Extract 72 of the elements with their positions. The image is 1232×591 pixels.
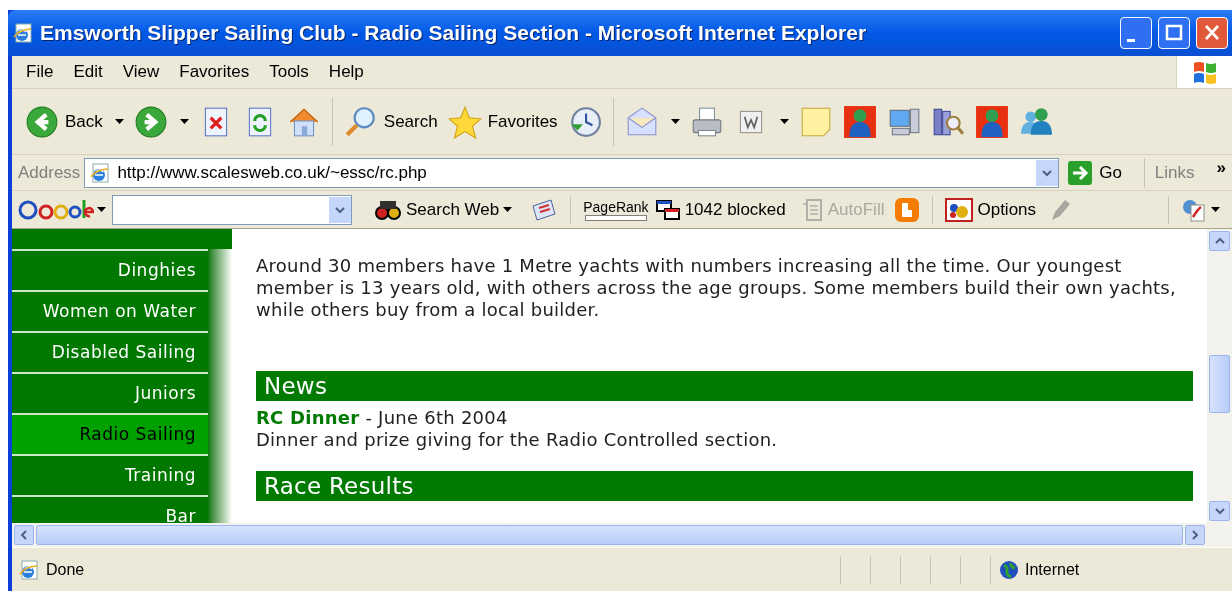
menu-item[interactable]: View [114, 59, 168, 85]
popup-blocker-button[interactable]: 1042 blocked [654, 196, 786, 223]
section-heading: News [256, 371, 1193, 401]
menu-item[interactable]: Help [320, 59, 372, 85]
caret-icon [503, 206, 513, 213]
arrow-right-icon [133, 104, 168, 139]
windows-stack-icon [654, 197, 681, 222]
person-icon [974, 104, 1009, 139]
chevron-down-icon [1042, 168, 1053, 177]
sidebar-item[interactable]: Disabled Sailing [12, 333, 208, 372]
options-button[interactable]: Options [945, 196, 1037, 223]
newspaper-icon [530, 197, 559, 222]
news-text: Dinner and prize giving for the Radio Controlled section. [256, 429, 779, 451]
scroll-right-button[interactable] [1185, 525, 1205, 545]
vertical-scrollbar[interactable] [1207, 229, 1232, 547]
chevron-down-icon [335, 205, 345, 214]
address-bar[interactable]: http://www.scalesweb.co.uk/~essc/rc.php [84, 157, 1060, 188]
chevron-right-icon [1191, 530, 1199, 540]
chevron-up-icon [1214, 237, 1225, 245]
chevron-down-icon [1214, 507, 1225, 515]
sidebar-item[interactable]: Training [12, 456, 208, 495]
close-button[interactable] [1196, 17, 1228, 49]
sidebar-item[interactable]: Bar [12, 497, 208, 523]
caret-icon [97, 206, 106, 213]
chevron-more-button[interactable]: » [1216, 154, 1226, 181]
scroll-down-button[interactable] [1209, 501, 1230, 521]
section-heading: Race Results [256, 471, 1193, 501]
sidebar-item[interactable]: Dinghies [12, 251, 208, 290]
minimize-icon [1127, 39, 1135, 42]
address-field[interactable]: http://www.scalesweb.co.uk/~essc/rc.php [117, 159, 1031, 186]
scroll-up-button[interactable] [1209, 231, 1230, 251]
body-paragraph: Around 30 members have 1 Metre yachts with numbers increasing all the time. Our youngest member is 13 years old, with others across the age groups. Some members build their own yachts, while others buy from a local builder. [256, 255, 1177, 321]
window-title: Emsworth Slipper Sailing Club - Radio Sailing Section - Microsoft Internet Explorer [40, 20, 868, 47]
pagerank-meter: PageRank [583, 198, 649, 221]
search-button[interactable]: Search [340, 99, 441, 144]
security-zone-text: Internet [1025, 559, 1080, 580]
go-button[interactable]: Go [1063, 159, 1126, 186]
scroll-thumb[interactable] [1209, 355, 1230, 413]
sidebar-item[interactable]: Radio Sailing [12, 415, 208, 454]
magnifier-icon [343, 104, 378, 139]
news-title: RC Dinner - June 6th 2004 [256, 407, 509, 429]
page-e-icon [12, 22, 34, 44]
star-icon [447, 104, 482, 139]
favorites-button[interactable]: Favorites [444, 99, 561, 144]
person-icon [842, 104, 877, 139]
minimize-button[interactable] [1120, 17, 1152, 49]
menu-item[interactable]: Tools [261, 59, 317, 85]
scroll-left-button[interactable] [14, 525, 34, 545]
blogger-button[interactable] [894, 196, 921, 223]
menu-item[interactable]: Favorites [171, 59, 258, 85]
back-button[interactable]: Back [22, 99, 127, 144]
menu-item[interactable]: File [18, 59, 62, 85]
caret-icon [1211, 206, 1220, 213]
arrow-left-icon [25, 104, 59, 139]
google-search-field[interactable] [112, 194, 352, 225]
arrow-right-icon [1067, 159, 1094, 186]
globe-icon [999, 559, 1019, 580]
search-web-button[interactable]: Search Web [368, 196, 519, 223]
page-e-icon [89, 161, 112, 184]
address-label: Address [18, 161, 81, 184]
sidebar-item[interactable]: Women on Water [12, 292, 208, 331]
chevron-left-icon [20, 530, 28, 540]
blog-icon [894, 196, 921, 223]
colored-balls-icon [945, 197, 974, 222]
status-text: Done [46, 559, 86, 580]
menu-item[interactable]: Edit [65, 59, 111, 85]
horizontal-scrollbar[interactable] [12, 523, 1207, 547]
scroll-thumb[interactable] [36, 525, 1183, 545]
page-e-icon [18, 558, 40, 581]
form-icon [801, 197, 824, 222]
maximize-button[interactable] [1158, 17, 1190, 49]
sidebar-item[interactable]: Juniors [12, 374, 208, 413]
